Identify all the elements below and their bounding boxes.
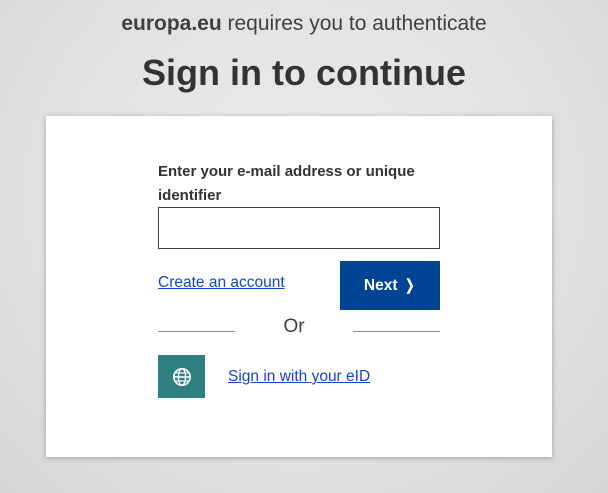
- auth-domain: europa.eu: [121, 12, 222, 35]
- chevron-right-icon: ❭: [403, 277, 417, 294]
- divider-left: [158, 331, 235, 332]
- next-button-label: Next: [363, 276, 398, 294]
- eid-icon-button[interactable]: [158, 355, 205, 398]
- eid-sign-in-link[interactable]: Sign in with your eID: [228, 368, 370, 386]
- page-title: Sign in to continue: [142, 52, 466, 93]
- or-separator: Or: [283, 316, 305, 337]
- sign-in-card: Enter your e-mail address or unique iden…: [46, 116, 552, 457]
- globe-icon: [172, 367, 191, 386]
- email-label: Enter your e-mail address or unique iden…: [158, 163, 415, 204]
- auth-message-text: requires you to authenticate: [221, 12, 487, 35]
- next-button[interactable]: Next ❭: [340, 261, 440, 310]
- create-account-link[interactable]: Create an account: [158, 274, 285, 292]
- divider-right: [353, 331, 440, 332]
- auth-message: europa.eu requires you to authenticate: [0, 12, 608, 36]
- email-input[interactable]: [158, 207, 440, 249]
